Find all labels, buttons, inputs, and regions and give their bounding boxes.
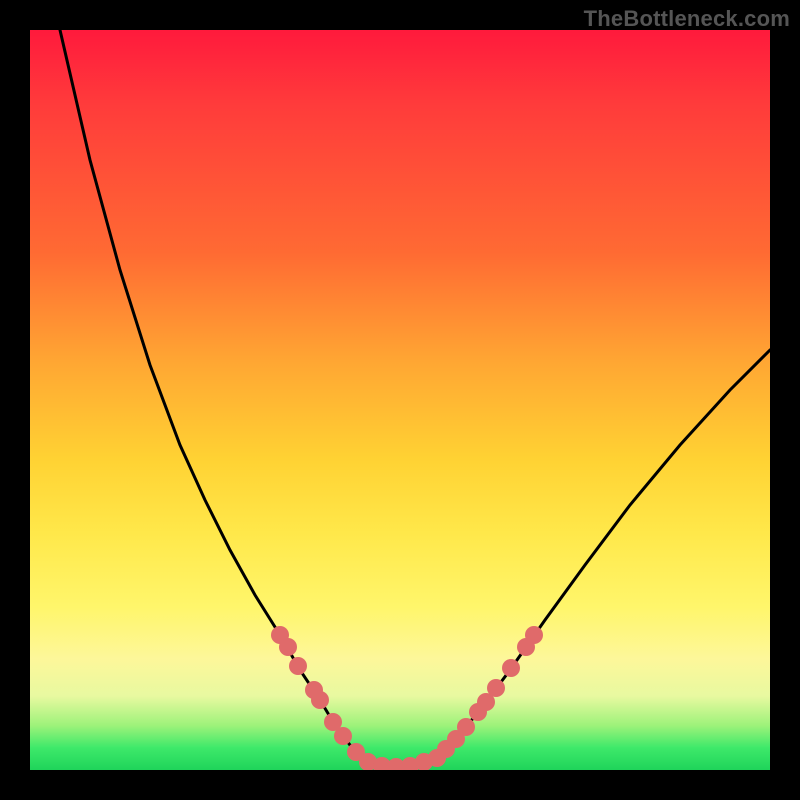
curve-group (60, 30, 770, 767)
curve-marker (289, 657, 307, 675)
curve-svg (30, 30, 770, 770)
curve-marker (487, 679, 505, 697)
watermark-text: TheBottleneck.com (584, 6, 790, 32)
plot-area (30, 30, 770, 770)
curve-marker (525, 626, 543, 644)
curve-marker (502, 659, 520, 677)
curve-marker (279, 638, 297, 656)
marker-group (271, 626, 543, 770)
curve-marker (311, 691, 329, 709)
bottleneck-curve (60, 30, 770, 767)
curve-marker (334, 727, 352, 745)
chart-frame: TheBottleneck.com (0, 0, 800, 800)
curve-marker (457, 718, 475, 736)
